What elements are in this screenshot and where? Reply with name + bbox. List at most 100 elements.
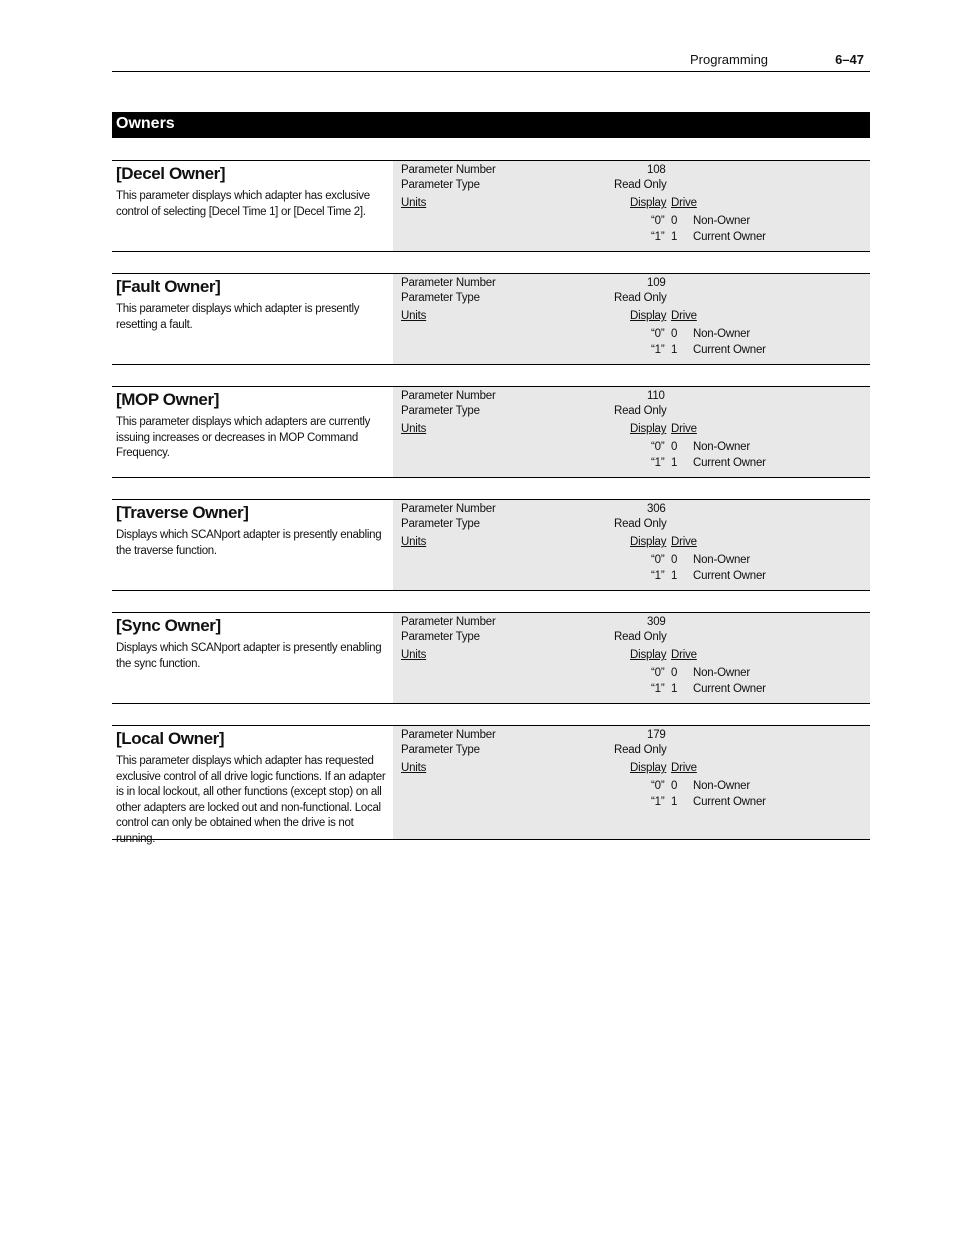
display-column-header: Display — [630, 762, 667, 774]
drive-column-header: Drive — [671, 310, 697, 322]
parameter-block: [Local Owner] This parameter displays wh… — [112, 725, 870, 845]
parameter-details-panel: Parameter Number 110 Parameter Type Read… — [393, 387, 870, 477]
parameter-type-label: Parameter Type — [401, 518, 480, 530]
value-meaning: Current Owner — [693, 570, 766, 582]
section-name: Programming — [690, 52, 769, 67]
parameter-number-value: 306 — [647, 503, 666, 515]
parameter-description-panel: [Sync Owner] Displays which SCANport ada… — [112, 613, 393, 703]
parameter-title: [Decel Owner] — [116, 164, 226, 183]
value-drive: 0 — [671, 328, 678, 340]
units-label: Units — [401, 536, 427, 548]
value-meaning: Current Owner — [693, 457, 766, 469]
value-meaning: Current Owner — [693, 231, 766, 243]
parameter-title: [Fault Owner] — [116, 277, 221, 296]
value-display: “0” — [651, 780, 665, 792]
parameter-type-label: Parameter Type — [401, 179, 480, 191]
value-drive: 0 — [671, 441, 678, 453]
parameter-details-panel: Parameter Number 309 Parameter Type Read… — [393, 613, 870, 703]
units-label: Units — [401, 310, 427, 322]
value-display: “1” — [651, 231, 665, 243]
drive-column-header: Drive — [671, 536, 697, 548]
parameter-details-panel: Parameter Number 108 Parameter Type Read… — [393, 161, 870, 251]
parameter-number-value: 109 — [647, 277, 666, 289]
value-drive: 1 — [671, 570, 678, 582]
value-meaning: Non-Owner — [693, 328, 750, 340]
value-display: “1” — [651, 457, 665, 469]
value-display: “0” — [651, 554, 665, 566]
parameter-details-panel: Parameter Number 306 Parameter Type Read… — [393, 500, 870, 590]
parameter-type-label: Parameter Type — [401, 631, 480, 643]
parameter-description: This parameter displays which adapter is… — [116, 303, 360, 331]
parameter-description-panel: [Decel Owner] This parameter displays wh… — [112, 161, 393, 251]
parameter-description-panel: [Traverse Owner] Displays which SCANport… — [112, 500, 393, 590]
value-meaning: Non-Owner — [693, 554, 750, 566]
value-display: “1” — [651, 344, 665, 356]
value-drive: 1 — [671, 457, 678, 469]
parameter-type-label: Parameter Type — [401, 292, 480, 304]
parameter-details-panel: Parameter Number 109 Parameter Type Read… — [393, 274, 870, 364]
value-meaning: Non-Owner — [693, 215, 750, 227]
value-display: “1” — [651, 683, 665, 695]
value-drive: 1 — [671, 344, 678, 356]
parameter-number-label: Parameter Number — [401, 503, 496, 515]
value-drive: 1 — [671, 231, 678, 243]
parameter-number-value: 108 — [647, 164, 666, 176]
units-label: Units — [401, 762, 427, 774]
display-column-header: Display — [630, 197, 667, 209]
drive-column-header: Drive — [671, 423, 697, 435]
page-header: Programming 6–47 — [112, 50, 870, 72]
parameter-description: This parameter displays which adapter ha… — [116, 190, 370, 218]
display-column-header: Display — [630, 536, 667, 548]
parameter-block: [Decel Owner] This parameter displays wh… — [112, 160, 870, 252]
value-drive: 0 — [671, 667, 678, 679]
parameter-block: [Traverse Owner] Displays which SCANport… — [112, 499, 870, 591]
parameter-type-value: Read Only — [614, 179, 667, 191]
value-display: “1” — [651, 796, 665, 808]
parameter-type-value: Read Only — [614, 292, 667, 304]
parameter-type-label: Parameter Type — [401, 744, 480, 756]
section-banner: Owners — [112, 112, 870, 138]
parameter-description-panel: [MOP Owner] This parameter displays whic… — [112, 387, 393, 477]
parameter-description-panel: [Local Owner] This parameter displays wh… — [112, 726, 393, 845]
parameter-block: [Sync Owner] Displays which SCANport ada… — [112, 612, 870, 704]
units-label: Units — [401, 649, 427, 661]
drive-column-header: Drive — [671, 762, 697, 774]
value-meaning: Current Owner — [693, 344, 766, 356]
parameter-details-panel: Parameter Number 179 Parameter Type Read… — [393, 726, 870, 839]
value-display: “0” — [651, 328, 665, 340]
value-drive: 1 — [671, 796, 678, 808]
parameter-block: [Fault Owner] This parameter displays wh… — [112, 273, 870, 365]
parameter-type-value: Read Only — [614, 518, 667, 530]
value-display: “1” — [651, 570, 665, 582]
parameter-type-value: Read Only — [614, 631, 667, 643]
parameter-number-label: Parameter Number — [401, 616, 496, 628]
parameter-number-value: 110 — [647, 390, 665, 402]
display-column-header: Display — [630, 310, 667, 322]
parameter-number-label: Parameter Number — [401, 729, 496, 741]
parameter-number-label: Parameter Number — [401, 390, 496, 402]
parameter-type-value: Read Only — [614, 405, 667, 417]
value-drive: 0 — [671, 554, 678, 566]
value-meaning: Current Owner — [693, 796, 766, 808]
value-display: “0” — [651, 215, 665, 227]
parameter-description: Displays which SCANport adapter is prese… — [116, 529, 382, 557]
parameter-title: [Local Owner] — [116, 729, 225, 748]
parameter-title: [Sync Owner] — [116, 616, 221, 635]
drive-column-header: Drive — [671, 197, 697, 209]
units-label: Units — [401, 423, 427, 435]
parameter-description-panel: [Fault Owner] This parameter displays wh… — [112, 274, 393, 364]
section-title: Owners — [116, 115, 175, 132]
value-meaning: Non-Owner — [693, 441, 750, 453]
value-display: “0” — [651, 667, 665, 679]
value-display: “0” — [651, 441, 665, 453]
parameter-number-value: 179 — [647, 729, 666, 741]
display-column-header: Display — [630, 423, 667, 435]
display-column-header: Display — [630, 649, 667, 661]
parameter-type-value: Read Only — [614, 744, 667, 756]
parameter-type-label: Parameter Type — [401, 405, 480, 417]
value-drive: 1 — [671, 683, 678, 695]
value-drive: 0 — [671, 780, 678, 792]
value-meaning: Non-Owner — [693, 667, 750, 679]
parameter-number-label: Parameter Number — [401, 164, 496, 176]
parameter-description: Displays which SCANport adapter is prese… — [116, 642, 382, 670]
